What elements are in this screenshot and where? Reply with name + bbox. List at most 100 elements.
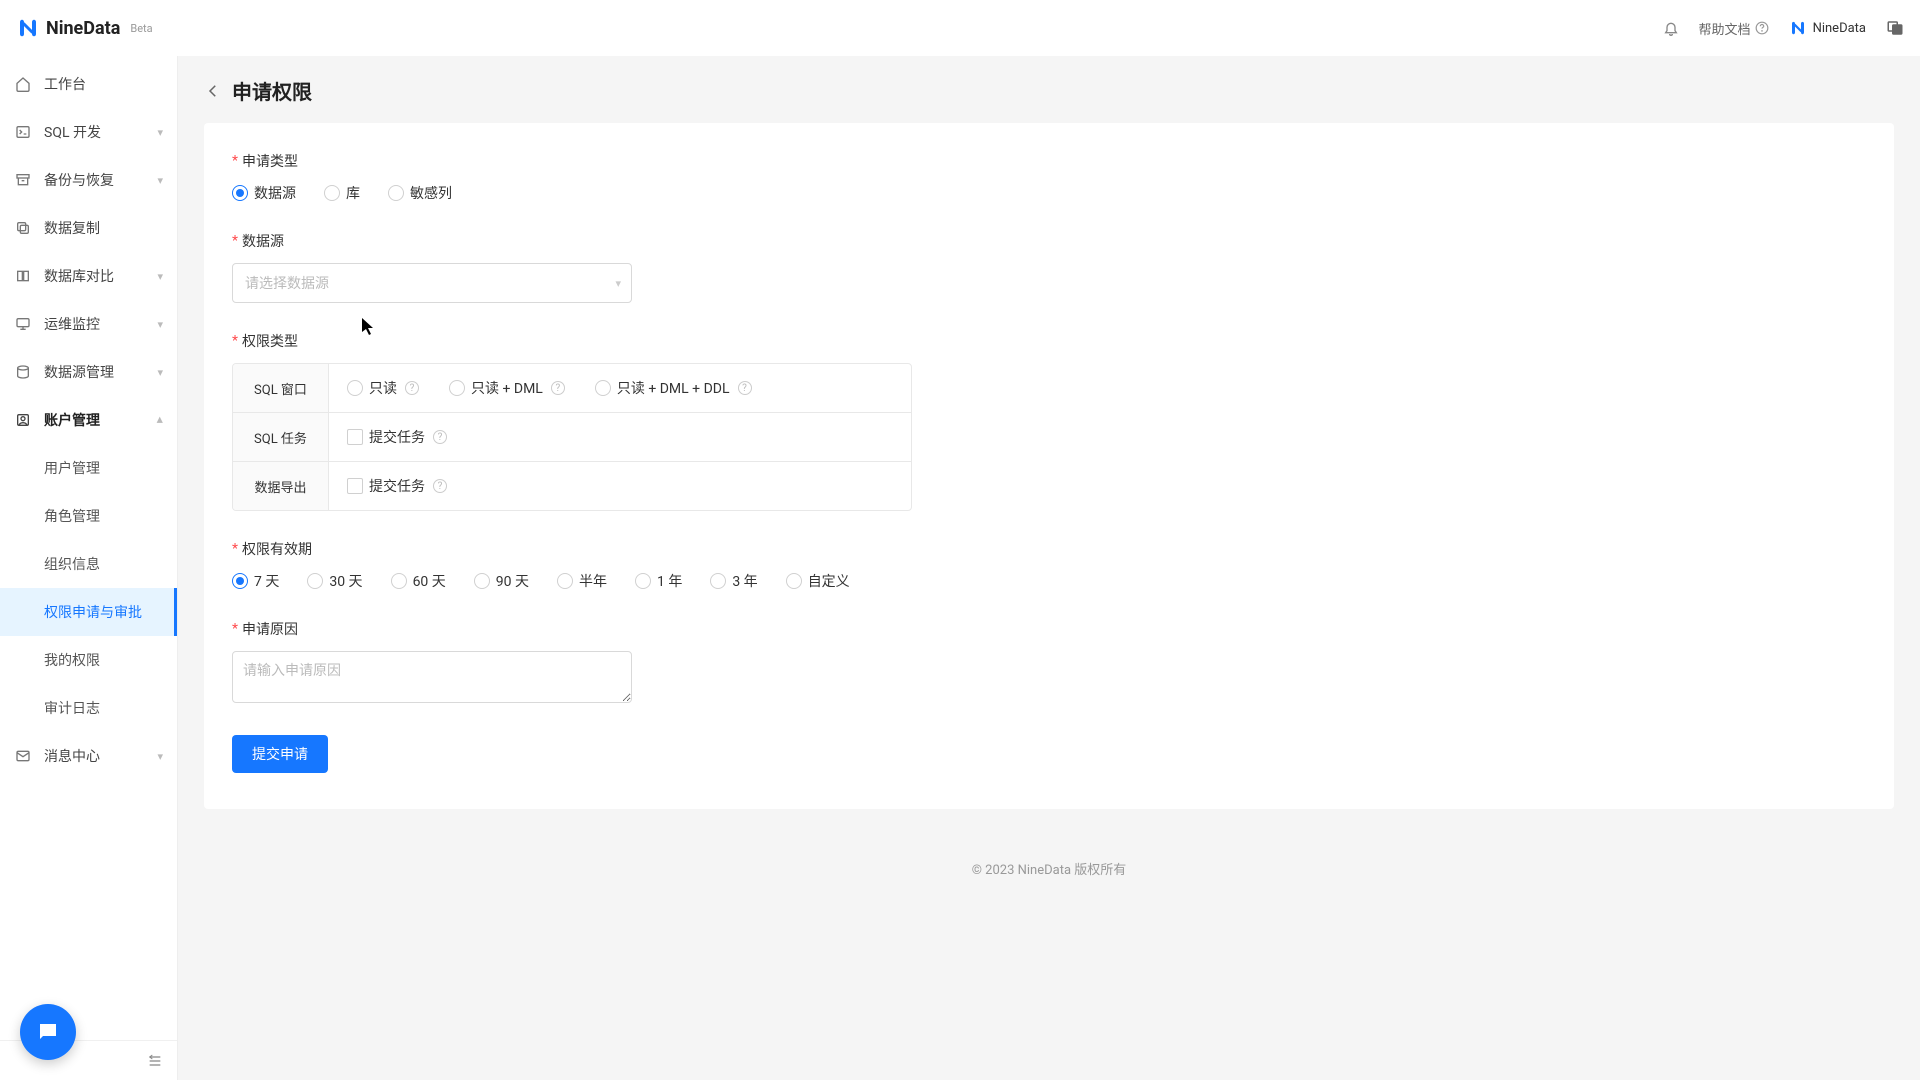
sidebar-item-label: 数据源管理 xyxy=(44,362,157,382)
logo-icon xyxy=(16,16,40,40)
sidebar-item-label: 组织信息 xyxy=(44,554,100,574)
brand-beta: Beta xyxy=(130,22,152,35)
checkbox-label: 提交任务 xyxy=(369,476,425,496)
info-icon[interactable]: ? xyxy=(551,381,565,395)
page-header: 申请权限 xyxy=(178,56,1920,115)
submit-label: 提交申请 xyxy=(252,746,308,762)
chat-fab[interactable] xyxy=(20,1004,76,1060)
sidebar-item-workspace[interactable]: 工作台 xyxy=(0,60,177,108)
header-right: 帮助文档 NineData xyxy=(1663,19,1904,38)
language-icon[interactable] xyxy=(1886,19,1904,37)
sidebar-item-label: 数据复制 xyxy=(44,218,163,238)
sidebar: 工作台 SQL 开发 ▾ 备份与恢复 ▾ 数据复制 数据库对比 ▾ xyxy=(0,56,178,1080)
checkbox-data-export-submit[interactable]: 提交任务? xyxy=(347,476,447,496)
footer-copyright: © 2023 NineData 版权所有 xyxy=(178,829,1920,878)
radio-validity-halfyear[interactable]: 半年 xyxy=(557,571,607,591)
radio-request-type-database[interactable]: 库 xyxy=(324,183,360,203)
field-reason: 申请原因 xyxy=(232,619,1866,707)
app-header: NineData Beta 帮助文档 NineData xyxy=(0,0,1920,56)
sub-item-perm-approval[interactable]: 权限申请与审批 xyxy=(0,588,177,636)
sidebar-item-ops[interactable]: 运维监控 ▾ xyxy=(0,300,177,348)
back-button[interactable] xyxy=(204,82,222,100)
chevron-down-icon: ▾ xyxy=(157,318,163,331)
bell-icon[interactable] xyxy=(1663,20,1679,36)
radio-label: 30 天 xyxy=(329,571,362,591)
help-docs-link[interactable]: 帮助文档 xyxy=(1699,19,1769,38)
radio-request-type-datasource[interactable]: 数据源 xyxy=(232,183,296,203)
info-icon[interactable]: ? xyxy=(738,381,752,395)
perm-row-head-data-export: 数据导出 xyxy=(233,462,329,510)
radio-label: 只读 xyxy=(369,378,397,398)
mail-icon xyxy=(14,748,32,764)
radio-sql-window-ddl[interactable]: 只读 + DML + DDL? xyxy=(595,378,752,398)
submit-button[interactable]: 提交申请 xyxy=(232,735,328,773)
sidebar-item-account[interactable]: 账户管理 ▾ xyxy=(0,396,177,444)
radio-request-type-sensitive-col[interactable]: 敏感列 xyxy=(388,183,452,203)
sidebar-item-datasource-mgmt[interactable]: 数据源管理 ▾ xyxy=(0,348,177,396)
info-icon[interactable]: ? xyxy=(433,479,447,493)
home-icon xyxy=(14,76,32,92)
info-icon[interactable]: ? xyxy=(433,430,447,444)
select-datasource[interactable]: 请选择数据源 ▾ xyxy=(232,263,632,303)
radio-label: 90 天 xyxy=(496,571,529,591)
sub-item-user-mgmt[interactable]: 用户管理 xyxy=(0,444,177,492)
db-icon xyxy=(14,364,32,380)
radio-label: 只读 + DML xyxy=(471,378,543,398)
chevron-down-icon: ▾ xyxy=(157,366,163,379)
collapse-icon xyxy=(147,1053,163,1069)
sub-item-org-info[interactable]: 组织信息 xyxy=(0,540,177,588)
radio-label: 自定义 xyxy=(808,571,850,591)
chevron-down-icon: ▾ xyxy=(615,277,621,290)
radio-validity-1y[interactable]: 1 年 xyxy=(635,571,682,591)
perm-row-head-sql-window: SQL 窗口 xyxy=(233,364,329,412)
chevron-down-icon: ▾ xyxy=(157,126,163,139)
sidebar-item-sql-dev[interactable]: SQL 开发 ▾ xyxy=(0,108,177,156)
radio-validity-30d[interactable]: 30 天 xyxy=(307,571,362,591)
chat-icon xyxy=(36,1020,60,1044)
form-card: 申请类型 数据源 库 敏感列 数据源 请选择数据源 ▾ 权限类型 xyxy=(204,123,1894,809)
radio-sql-window-readonly[interactable]: 只读? xyxy=(347,378,419,398)
sidebar-item-label: 用户管理 xyxy=(44,458,100,478)
radio-label: 数据源 xyxy=(254,183,296,203)
account-submenu: 用户管理 角色管理 组织信息 权限申请与审批 我的权限 审计日志 xyxy=(0,444,177,732)
radio-validity-3y[interactable]: 3 年 xyxy=(710,571,757,591)
sidebar-item-label: 消息中心 xyxy=(44,746,157,766)
field-datasource: 数据源 请选择数据源 ▾ xyxy=(232,231,1866,303)
sub-item-role-mgmt[interactable]: 角色管理 xyxy=(0,492,177,540)
radio-label: 敏感列 xyxy=(410,183,452,203)
label-validity: 权限有效期 xyxy=(232,539,1866,559)
radio-validity-60d[interactable]: 60 天 xyxy=(391,571,446,591)
chevron-down-icon: ▾ xyxy=(157,750,163,763)
terminal-icon xyxy=(14,124,32,140)
radio-label: 半年 xyxy=(579,571,607,591)
info-icon[interactable]: ? xyxy=(405,381,419,395)
sub-item-my-perms[interactable]: 我的权限 xyxy=(0,636,177,684)
archive-icon xyxy=(14,172,32,188)
sidebar-item-label: SQL 开发 xyxy=(44,122,157,142)
sidebar-item-label: 角色管理 xyxy=(44,506,100,526)
page-title: 申请权限 xyxy=(232,76,312,105)
account-icon xyxy=(14,412,32,428)
checkbox-sql-task-submit[interactable]: 提交任务? xyxy=(347,427,447,447)
diff-icon xyxy=(14,268,32,284)
sub-item-audit-log[interactable]: 审计日志 xyxy=(0,684,177,732)
help-label: 帮助文档 xyxy=(1699,19,1751,38)
radio-validity-90d[interactable]: 90 天 xyxy=(474,571,529,591)
user-menu[interactable]: NineData xyxy=(1789,19,1866,37)
sidebar-item-messages[interactable]: 消息中心 ▾ xyxy=(0,732,177,780)
radio-label: 只读 + DML + DDL xyxy=(617,378,730,398)
sidebar-item-backup[interactable]: 备份与恢复 ▾ xyxy=(0,156,177,204)
sidebar-item-label: 备份与恢复 xyxy=(44,170,157,190)
sidebar-item-label: 权限申请与审批 xyxy=(44,602,142,622)
sidebar-item-label: 账户管理 xyxy=(44,410,157,430)
main-content: 申请权限 申请类型 数据源 库 敏感列 数据源 请选择数据源 ▾ xyxy=(178,56,1920,1080)
field-perm-type: 权限类型 SQL 窗口 只读? 只读 + DML? 只读 + DML + DDL… xyxy=(232,331,1866,511)
sidebar-item-replication[interactable]: 数据复制 xyxy=(0,204,177,252)
textarea-reason[interactable] xyxy=(232,651,632,703)
radio-sql-window-dml[interactable]: 只读 + DML? xyxy=(449,378,565,398)
chevron-down-icon: ▾ xyxy=(157,174,163,187)
radio-validity-7d[interactable]: 7 天 xyxy=(232,571,279,591)
radio-validity-custom[interactable]: 自定义 xyxy=(786,571,850,591)
sidebar-item-compare[interactable]: 数据库对比 ▾ xyxy=(0,252,177,300)
brand-logo[interactable]: NineData Beta xyxy=(16,16,153,40)
